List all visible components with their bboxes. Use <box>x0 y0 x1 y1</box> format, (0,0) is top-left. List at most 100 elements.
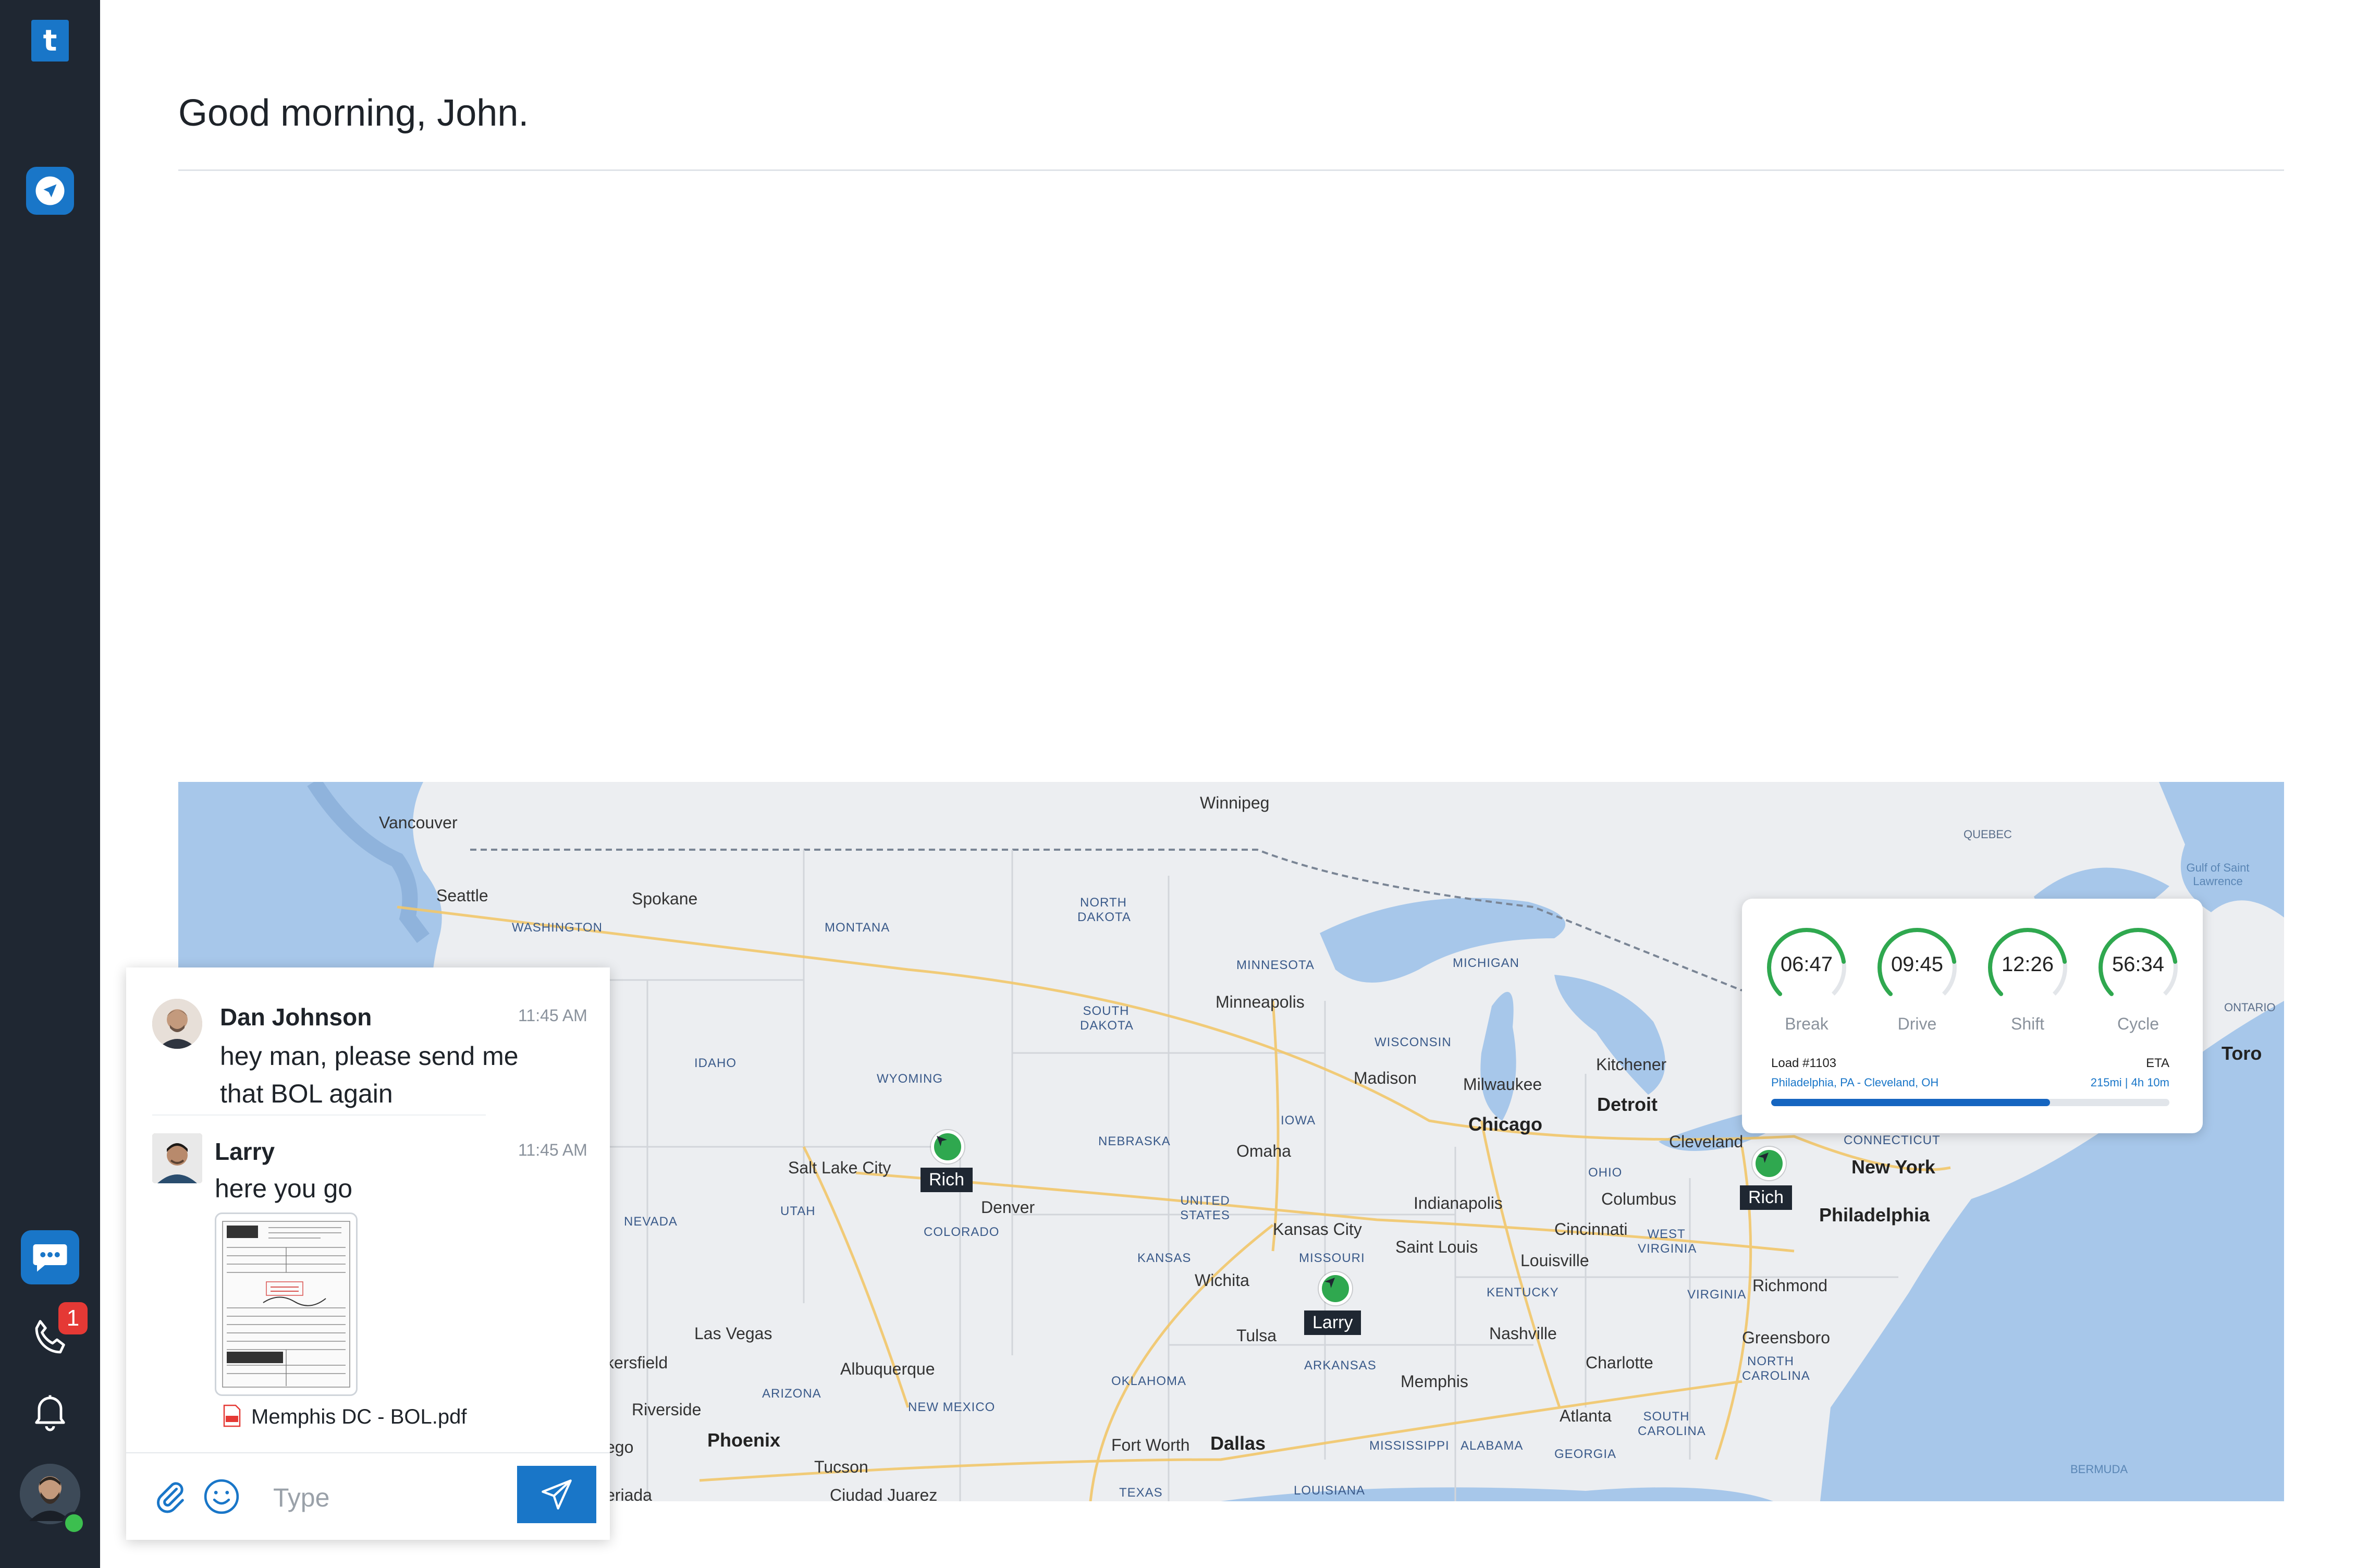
map-state-label: MISSOURI <box>1299 1251 1365 1265</box>
send-button[interactable] <box>517 1466 596 1523</box>
driver-tag[interactable]: Rich <box>1740 1185 1793 1210</box>
map-city-label: Toro <box>2222 1043 2262 1064</box>
map-city-label: New York <box>1851 1156 1935 1178</box>
load-progress-fill <box>1771 1099 2050 1106</box>
gauge-value: 06:47 <box>1780 953 1833 976</box>
map-state-label: MONTANA <box>825 921 890 935</box>
gauge-value: 56:34 <box>2112 953 2165 976</box>
avatar <box>152 1133 202 1183</box>
avatar <box>152 999 202 1049</box>
driver-pin[interactable] <box>1319 1272 1352 1305</box>
send-icon <box>542 1479 572 1510</box>
map-city-label: Madison <box>1354 1069 1417 1087</box>
map-city-label: Nashville <box>1489 1324 1557 1343</box>
map-state-label: ARIZONA <box>762 1387 821 1401</box>
load-route: Philadelphia, PA - Cleveland, OH <box>1771 1076 1939 1089</box>
map-city-label: Memphis <box>1401 1372 1468 1391</box>
map-city-label: Detroit <box>1597 1094 1658 1115</box>
map-state-label: WISCONSIN <box>1375 1035 1452 1049</box>
app-logo[interactable]: t <box>31 20 69 62</box>
map-city-label: Fort Worth <box>1111 1436 1190 1454</box>
gauge-value: 12:26 <box>2001 953 2054 976</box>
online-status-dot <box>63 1512 85 1535</box>
driver-pin[interactable] <box>931 1130 964 1163</box>
map-state-label: UTAH <box>780 1204 816 1218</box>
map-water-label: Gulf of Saint Lawrence <box>2186 861 2250 888</box>
apps-grid-icon[interactable] <box>33 98 67 132</box>
map-city-label: Richmond <box>1752 1276 1828 1295</box>
map-city-label: Omaha <box>1236 1142 1291 1160</box>
hos-gauge-break: 06:47 Break <box>1765 926 1848 1035</box>
map-state-label: WYOMING <box>877 1072 943 1086</box>
map-city-label: Atlanta <box>1560 1406 1612 1425</box>
map-state-label: SOUTH DAKOTA <box>1080 1004 1134 1033</box>
map-city-label: Indianapolis <box>1414 1194 1503 1212</box>
map-state-label: IDAHO <box>694 1056 737 1070</box>
gauge-label: Break <box>1785 1014 1829 1033</box>
map-city-label: eriada <box>606 1486 652 1501</box>
map-state-label: GEORGIA <box>1554 1447 1617 1461</box>
map-state-label: ARKANSAS <box>1304 1358 1377 1373</box>
hos-gauge-drive: 09:45 Drive <box>1875 926 1959 1035</box>
driver-tag[interactable]: Rich <box>921 1168 973 1192</box>
map-state-label: OKLAHOMA <box>1111 1374 1187 1388</box>
map-state-label: VIRGINIA <box>1687 1288 1747 1302</box>
map-state-label: COLORADO <box>924 1225 1000 1239</box>
gauge-label: Drive <box>1897 1014 1937 1033</box>
message-author: Dan Johnson <box>220 1003 372 1031</box>
map-city-label: Phoenix <box>707 1429 781 1451</box>
map-city-label: Las Vegas <box>694 1324 772 1343</box>
map-state-label: TEXAS <box>1119 1486 1163 1500</box>
phone-badge: 1 <box>58 1302 88 1334</box>
message-text: here you go <box>215 1174 353 1203</box>
hours-of-service-card[interactable]: 06:47 Break 09:45 Drive 12:26 Shift 56:3… <box>1742 899 2203 1133</box>
map-city-label: Chicago <box>1468 1113 1543 1135</box>
driver-tag[interactable]: Larry <box>1304 1310 1361 1335</box>
navigation-icon[interactable] <box>26 167 74 215</box>
map-city-label: Greensboro <box>1742 1328 1830 1347</box>
message-input[interactable] <box>272 1476 504 1519</box>
map-city-label: Cleveland <box>1669 1132 1744 1151</box>
map-state-label: NEVADA <box>624 1215 678 1229</box>
sidebar: t 1 <box>0 0 100 1568</box>
map-city-label: Seattle <box>436 886 488 905</box>
message-time: 11:45 AM <box>518 1141 587 1159</box>
map-state-label: ONTARIO <box>2224 1001 2276 1014</box>
load-number: Load #1103 <box>1771 1056 1837 1070</box>
attachment-filename[interactable]: Memphis DC - BOL.pdf <box>251 1405 467 1429</box>
map-state-label: SOUTH CAROLINA <box>1638 1410 1706 1438</box>
message-text: hey man, please send me that BOL again <box>220 1042 519 1108</box>
map-city-label: Dallas <box>1210 1432 1266 1454</box>
map-city-label: Tulsa <box>1236 1326 1277 1345</box>
gauge-value: 09:45 <box>1891 953 1944 976</box>
bell-icon[interactable] <box>25 1387 75 1437</box>
message-composer <box>126 1452 610 1541</box>
map-state-label: NEBRASKA <box>1098 1134 1171 1148</box>
map-state-label: NORTH DAKOTA <box>1077 896 1131 924</box>
chat-panel[interactable]: Dan Johnson 11:45 AM hey man, please sen… <box>126 967 610 1540</box>
eta-label: ETA <box>2146 1056 2169 1070</box>
emoji-icon[interactable] <box>202 1477 241 1516</box>
map-state-label: KANSAS <box>1137 1251 1192 1265</box>
map-city-label: Tucson <box>814 1457 868 1476</box>
map-city-label: Milwaukee <box>1463 1075 1542 1094</box>
map-state-label: NORTH CAROLINA <box>1742 1354 1810 1383</box>
map-city-label: Kansas City <box>1273 1220 1362 1239</box>
map-city-label: Wichita <box>1195 1271 1249 1290</box>
hos-gauge-shift: 12:26 Shift <box>1986 926 2069 1035</box>
map-state-label: LOUISIANA <box>1294 1484 1366 1498</box>
map-state-label: MISSISSIPPI <box>1369 1439 1450 1453</box>
paperclip-icon[interactable] <box>152 1478 189 1515</box>
map-city-label: Columbus <box>1601 1190 1677 1208</box>
gauge-label: Cycle <box>2117 1014 2159 1033</box>
message-author: Larry <box>215 1138 275 1165</box>
attachment-thumbnail[interactable] <box>215 1212 358 1396</box>
header-divider <box>178 169 2284 171</box>
map-state-label: ALABAMA <box>1461 1439 1524 1453</box>
driver-pin[interactable] <box>1752 1147 1786 1180</box>
map-city-label: Denver <box>981 1198 1035 1217</box>
chat-icon[interactable] <box>21 1230 79 1284</box>
map-city-label: Minneapolis <box>1216 993 1305 1011</box>
map-city-label: Cincinnati <box>1554 1220 1628 1239</box>
map-state-label: OHIO <box>1588 1166 1623 1180</box>
